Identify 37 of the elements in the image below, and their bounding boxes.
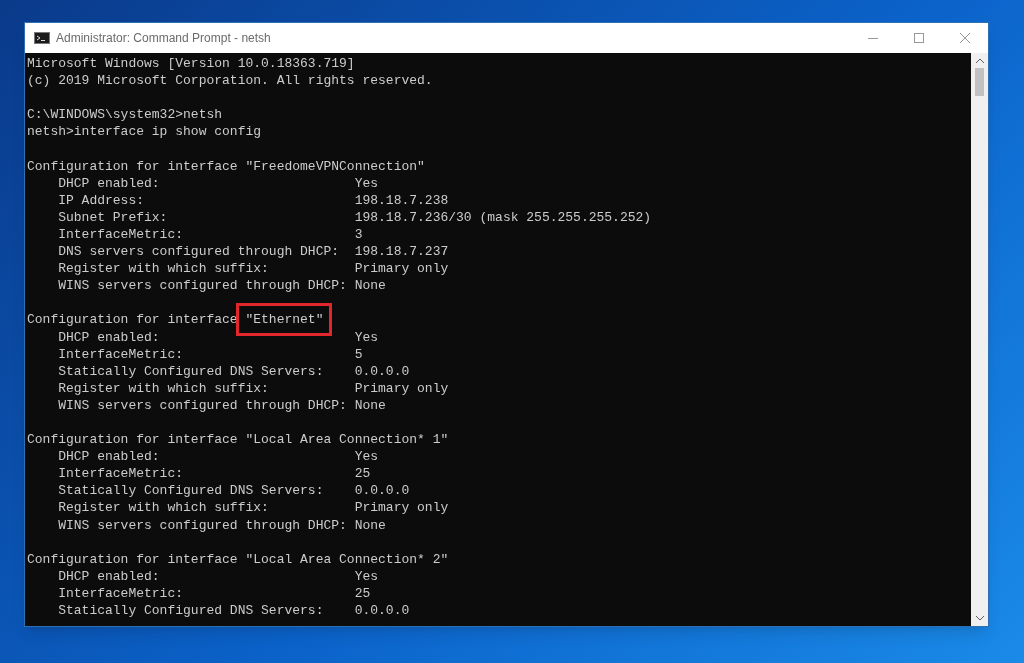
maximize-icon [914,33,924,43]
console-line: InterfaceMetric: 25 [57,585,371,601]
console-line: C:\WINDOWS\system32>netsh [27,107,223,123]
console-line: Register with which suffix: Primary only [57,380,449,396]
scroll-down-icon[interactable] [975,616,984,621]
console-line: WINS servers configured through DHCP: None [57,278,386,294]
highlight-box: "Ethernet" [236,303,333,337]
scrollbar[interactable] [971,53,988,626]
scrollbar-thumb[interactable] [975,68,984,96]
console-line: Statically Configured DNS Servers: 0.0.0.0 [57,363,410,379]
console-line: IP Address: 198.18.7.238 [57,192,449,208]
console-line: InterfaceMetric: 5 [57,346,363,362]
console-line: Configuration for interface "Local Area Connection* 1" [27,432,449,448]
window-title: Administrator: Command Prompt - netsh [56,30,271,47]
console-line: Register with which suffix: Primary only [57,261,449,277]
console-line: Configuration for interface "Local Area Connection* 2" [27,551,449,567]
console-line: Configuration for interface [27,312,239,328]
console-line: DNS servers configured through DHCP: 198.18.7.237 [57,244,449,260]
console-line: WINS servers configured through DHCP: None [57,517,386,533]
console-line: DHCP enabled: Yes [57,568,379,584]
console-line: Statically Configured DNS Servers: 0.0.0.0 [57,483,410,499]
console-line: Statically Configured DNS Servers: 0.0.0.0 [57,603,410,618]
console-line: InterfaceMetric: 3 [57,226,363,242]
scroll-up-icon[interactable] [975,58,984,63]
console-line: netsh>interface ip show config [27,124,262,140]
console-line: WINS servers configured through DHCP: None [57,397,386,413]
console-line: (c) 2019 Microsoft Corporation. All rights reserved. [27,73,433,89]
console-line: Subnet Prefix: 198.18.7.236/30 (mask 255.255.255.252) [57,209,652,225]
minimize-icon [868,37,878,39]
console-icon [34,32,50,44]
console-line: Microsoft Windows [Version 10.0.18363.719] [27,56,355,71]
console-line: InterfaceMetric: 25 [57,466,371,482]
close-icon [960,33,970,43]
console-line: DHCP enabled: Yes [57,175,379,191]
console-line: Register with which suffix: Primary only [57,500,449,516]
console-line: Configuration for interface "FreedomeVPNConnection" [27,158,425,174]
console-line: DHCP enabled: Yes [57,449,379,465]
